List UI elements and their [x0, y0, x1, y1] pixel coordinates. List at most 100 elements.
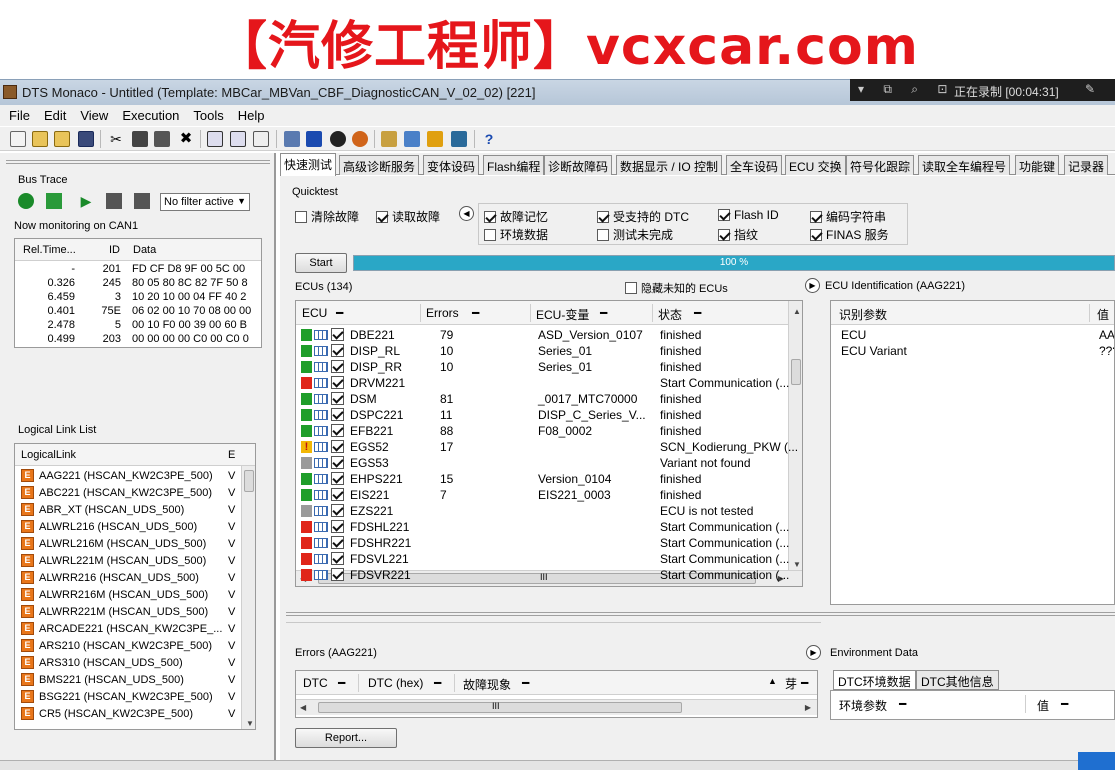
table-row[interactable]: DRVM221 Start Communication (...	[296, 375, 789, 391]
filter-icon[interactable]	[106, 193, 122, 209]
list-item[interactable]: E ABR_XT (HSCAN_UDS_500) V	[15, 502, 241, 519]
recorder-controls-icon[interactable]: ▾ ⧉ ⌕ ⊡	[858, 82, 955, 97]
connect-icon[interactable]	[284, 131, 300, 147]
clear-icon[interactable]	[134, 193, 150, 209]
col-e[interactable]: E	[228, 449, 235, 461]
tab-function-keys[interactable]: 功能键	[1015, 155, 1060, 175]
ecu-select-checkbox[interactable]	[331, 344, 344, 357]
ecu-select-checkbox[interactable]	[331, 424, 344, 437]
tab-variant-coding[interactable]: 变体设码	[423, 155, 480, 175]
checkbox-box[interactable]	[484, 228, 496, 241]
read-errors-checkbox[interactable]: 读取故障	[376, 208, 440, 225]
table-row[interactable]: ! EGS52 17 SCN_Kodierung_PKW (...	[296, 439, 798, 455]
expand-env-icon[interactable]: ▶	[806, 645, 821, 660]
layout-1-icon[interactable]	[207, 131, 223, 147]
ecu-select-checkbox[interactable]	[331, 392, 344, 405]
stop-icon[interactable]	[306, 131, 322, 147]
ecu-select-checkbox[interactable]	[331, 536, 344, 549]
col-status-menu-icon[interactable]: ━	[694, 306, 701, 320]
list-item[interactable]: E ALWRL216 (HSCAN_UDS_500) V	[15, 519, 241, 536]
tab-dtc[interactable]: 诊断故障码	[544, 155, 613, 175]
ecu-select-checkbox[interactable]	[331, 488, 344, 501]
col-dtc[interactable]: DTC	[303, 676, 328, 690]
pen-icon[interactable]: ✎	[1085, 82, 1095, 96]
table-row[interactable]: DISP_RL 10 Series_01 finished	[296, 343, 788, 359]
refresh-icon[interactable]	[352, 131, 368, 147]
tab-data-io[interactable]: 数据显示 / IO 控制	[616, 155, 723, 175]
list-item[interactable]: E ABC221 (HSCAN_KW2C3PE_500) V	[15, 485, 241, 502]
list-item[interactable]: E ARS310 (HSCAN_UDS_500) V	[15, 655, 241, 672]
tab-ecu-exchange[interactable]: ECU 交换	[785, 155, 846, 175]
copy-icon[interactable]	[132, 131, 148, 147]
ecu-select-checkbox[interactable]	[331, 360, 344, 373]
menu-edit[interactable]: Edit	[37, 105, 73, 126]
checkbox-box[interactable]	[597, 228, 609, 241]
col-dtc-hex[interactable]: DTC (hex)	[368, 676, 423, 690]
clear-errors-checkbox[interactable]: 清除故障	[295, 208, 359, 225]
ecu-select-checkbox[interactable]	[331, 456, 344, 469]
cut-icon[interactable]: ✂	[108, 131, 124, 147]
menu-execution[interactable]: Execution	[115, 105, 186, 126]
table-row[interactable]: EHPS221 15 Version_0104 finished	[296, 471, 788, 487]
network-icon[interactable]	[404, 131, 420, 147]
record-icon[interactable]	[330, 131, 346, 147]
col-ecu-variant[interactable]: ECU-变量	[536, 306, 589, 323]
table-row[interactable]: DSPC221 11 DISP_C_Series_V... finished	[296, 407, 788, 423]
tab-read-part-numbers[interactable]: 读取全车编程号	[918, 155, 1011, 175]
list-item[interactable]: E ALWRL221M (HSCAN_UDS_500) V	[15, 553, 241, 570]
delete-icon[interactable]: ✖	[178, 131, 194, 147]
hide-unknown-ecus-checkbox[interactable]: 隐藏未知的 ECUs	[625, 280, 728, 296]
table-row[interactable]: DISP_RR 10 Series_01 finished	[296, 359, 788, 375]
scrollbar-thumb[interactable]	[244, 470, 254, 492]
export-icon[interactable]	[46, 193, 62, 209]
collapse-options-icon[interactable]: ◀	[459, 206, 474, 221]
column-separator[interactable]	[530, 304, 531, 322]
col-data[interactable]: Data	[133, 244, 156, 256]
scroll-up-icon[interactable]: ▲	[793, 307, 801, 316]
scroll-down-icon[interactable]: ▼	[246, 719, 254, 728]
column-separator[interactable]	[454, 674, 455, 692]
tab-dtc-other-info[interactable]: DTC其他信息	[916, 670, 999, 690]
column-separator[interactable]	[1025, 695, 1026, 713]
checkbox-box[interactable]	[484, 210, 496, 223]
list-item[interactable]: E CR5 (HSCAN_KW2C3PE_500) V	[15, 706, 241, 723]
option-fault-memory[interactable]: 故障记忆	[484, 208, 548, 225]
checkbox-box[interactable]	[597, 210, 609, 223]
errors-hscrollbar[interactable]: ◀ III ▶	[296, 699, 817, 715]
menu-file[interactable]: File	[0, 105, 37, 126]
col-extra[interactable]: 芽	[785, 675, 797, 692]
checkbox-box[interactable]	[295, 210, 307, 223]
option-flash-id[interactable]: Flash ID	[718, 208, 779, 222]
scrollbar-thumb[interactable]	[791, 359, 801, 385]
col-ecu-menu-icon[interactable]: ━	[336, 306, 343, 320]
list-item[interactable]: E BMS221 (HSCAN_UDS_500) V	[15, 672, 241, 689]
tab-quicktest[interactable]: 快速测试	[280, 153, 337, 176]
table-row[interactable]: - 201 FD CF D8 9F 00 5C 00	[15, 263, 261, 277]
col-dtc-menu-icon[interactable]: ━	[338, 676, 345, 690]
option-environment-data[interactable]: 环境数据	[484, 226, 548, 243]
checkbox-box[interactable]	[625, 282, 637, 294]
table-row[interactable]: ECU Variant ???	[831, 343, 1114, 359]
table-row[interactable]: EGS53 Variant not found	[296, 455, 788, 471]
ecu-select-checkbox[interactable]	[331, 504, 344, 517]
ecu-icon[interactable]	[427, 131, 443, 147]
table-row[interactable]: 2.478 5 00 10 F0 00 39 00 60 B	[15, 319, 261, 333]
report-button[interactable]: Report...	[295, 728, 397, 748]
play-icon[interactable]: ▶	[78, 193, 94, 209]
col-errors-menu-icon[interactable]: ━	[472, 306, 479, 320]
open-template-icon[interactable]	[54, 131, 70, 147]
settings-icon[interactable]	[451, 131, 467, 147]
checkbox-box[interactable]	[718, 228, 730, 241]
menu-view[interactable]: View	[73, 105, 115, 126]
table-row[interactable]: FDSVR221 Start Communication (...	[296, 567, 789, 583]
col-variant-menu-icon[interactable]: ━	[600, 306, 607, 320]
scroll-down-icon[interactable]: ▼	[793, 560, 801, 569]
table-row[interactable]: EZS221 ECU is not tested	[296, 503, 788, 519]
scroll-right-icon[interactable]: ▶	[805, 703, 811, 712]
filter-select[interactable]: No filter active ▼	[160, 193, 250, 211]
table-row[interactable]: FDSHR221 Start Communication (...	[296, 535, 789, 551]
start-button[interactable]: Start	[295, 253, 347, 273]
col-hex-menu-icon[interactable]: ━	[434, 676, 441, 690]
option-fingerprint[interactable]: 指纹	[718, 226, 758, 243]
table-row[interactable]: FDSHL221 Start Communication (...	[296, 519, 789, 535]
